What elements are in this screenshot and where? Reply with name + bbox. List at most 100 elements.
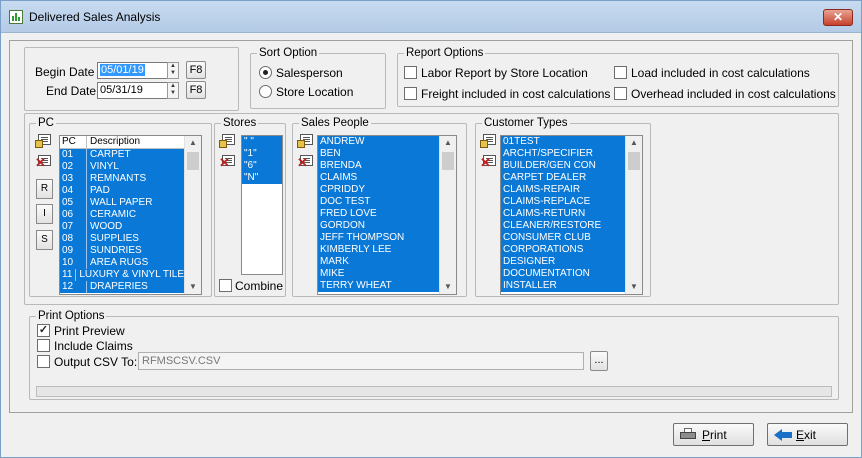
begin-date-f8-button[interactable]: F8 — [186, 61, 206, 79]
salesperson-item[interactable]: CLAIMS — [318, 172, 439, 184]
customer-type-item[interactable]: ARCHT/SPECIFIER — [501, 148, 625, 160]
end-date-spinner[interactable]: ▲ ▼ — [167, 82, 179, 99]
store-location-radio[interactable] — [259, 85, 272, 98]
stores-list[interactable]: " " "1" "6" "N" — [241, 135, 283, 275]
labor-report-checkbox[interactable] — [404, 66, 417, 79]
freight-checkbox[interactable] — [404, 87, 417, 100]
salesperson-item[interactable]: BRENDA — [318, 160, 439, 172]
scroll-up-icon[interactable]: ▲ — [440, 136, 456, 150]
pc-s-button[interactable]: S — [36, 230, 53, 250]
customer-type-item[interactable]: CARPET DEALER — [501, 172, 625, 184]
overhead-checkbox[interactable] — [614, 87, 627, 100]
labor-report-label[interactable]: Labor Report by Store Location — [421, 66, 588, 80]
customer-types-list[interactable]: 01TEST ARCHT/SPECIFIER BUILDER/GEN CON CARP… — [500, 135, 643, 295]
salesperson-radio[interactable] — [259, 66, 272, 79]
customer-type-item[interactable]: CLEANER/RESTORE — [501, 220, 625, 232]
pc-i-button[interactable]: I — [36, 204, 53, 224]
pc-column-header[interactable]: PC — [60, 136, 87, 148]
pc-row[interactable]: 09 SUNDRIES — [60, 245, 184, 257]
begin-date-spinner[interactable]: ▲ ▼ — [167, 62, 179, 79]
overhead-label[interactable]: Overhead included in cost calculations — [631, 87, 836, 101]
print-preview-checkbox[interactable]: ✓ — [37, 324, 50, 337]
stores-deselect-all-icon[interactable]: ✕ — [219, 155, 237, 169]
pc-row[interactable]: 08 SUPPLIES — [60, 233, 184, 245]
store-location-label[interactable]: Store Location — [276, 85, 353, 99]
customer-type-item[interactable]: CLAIMS-REPAIR — [501, 184, 625, 196]
output-csv-label[interactable]: Output CSV To: — [54, 355, 137, 369]
customer-type-item[interactable]: CONSUMER CLUB — [501, 232, 625, 244]
sales-deselect-all-icon[interactable]: ✕ — [297, 155, 315, 169]
scroll-down-icon[interactable]: ▼ — [440, 280, 456, 294]
include-claims-label[interactable]: Include Claims — [54, 339, 133, 353]
scroll-up-icon[interactable]: ▲ — [185, 136, 201, 150]
stores-select-all-icon[interactable] — [219, 134, 237, 148]
end-date-f8-button[interactable]: F8 — [186, 81, 206, 99]
salesperson-item[interactable]: ANDREW — [318, 136, 439, 148]
deselect-all-icon[interactable]: ✕ — [35, 155, 53, 169]
exit-button[interactable]: Exit — [767, 423, 848, 446]
customer-type-item[interactable]: CLAIMS-REPLACE — [501, 196, 625, 208]
load-label[interactable]: Load included in cost calculations — [631, 66, 810, 80]
freight-label[interactable]: Freight included in cost calculations — [421, 87, 610, 101]
salesperson-item[interactable]: FRED LOVE — [318, 208, 439, 220]
sales-select-all-icon[interactable] — [297, 134, 315, 148]
csv-filename-input[interactable]: RFMSCSV.CSV — [138, 352, 584, 370]
print-button[interactable]: Print — [673, 423, 754, 446]
scroll-thumb[interactable] — [628, 152, 640, 170]
customer-scrollbar[interactable]: ▲ ▼ — [625, 136, 642, 294]
close-button[interactable]: ✕ — [823, 9, 853, 26]
salesperson-item[interactable]: BEN — [318, 148, 439, 160]
pc-row[interactable]: 12 DRAPERIES — [60, 281, 184, 293]
pc-r-button[interactable]: R — [36, 179, 53, 199]
customer-type-item[interactable]: DOCUMENTATION — [501, 268, 625, 280]
scroll-up-icon[interactable]: ▲ — [626, 136, 642, 150]
store-item[interactable]: "6" — [242, 160, 282, 172]
pc-scrollbar[interactable]: ▲ ▼ — [184, 136, 201, 294]
pc-row[interactable]: 05 WALL PAPER — [60, 197, 184, 209]
pc-row[interactable]: 03 REMNANTS — [60, 173, 184, 185]
pc-row[interactable]: 11 LUXURY & VINYL TILE — [60, 269, 184, 281]
customer-type-item[interactable]: CORPORATIONS — [501, 244, 625, 256]
browse-button[interactable]: ... — [590, 351, 608, 371]
customer-type-item[interactable]: INSTALLER — [501, 280, 625, 292]
select-all-icon[interactable] — [35, 134, 53, 148]
scroll-thumb[interactable] — [187, 152, 199, 170]
pc-row[interactable]: 04 PAD — [60, 185, 184, 197]
customer-type-item[interactable]: 01TEST — [501, 136, 625, 148]
salesperson-item[interactable]: MARK — [318, 256, 439, 268]
store-item[interactable]: "1" — [242, 148, 282, 160]
combine-checkbox[interactable] — [219, 279, 232, 292]
customer-type-item[interactable]: DESIGNER — [501, 256, 625, 268]
load-checkbox[interactable] — [614, 66, 627, 79]
customer-deselect-all-icon[interactable]: ✕ — [480, 155, 498, 169]
description-column-header[interactable]: Description — [87, 136, 184, 148]
include-claims-checkbox[interactable] — [37, 339, 50, 352]
sales-people-list[interactable]: ANDREW BEN BRENDA CLAIMS CPRIDDY DOC TEST FRED… — [317, 135, 457, 295]
customer-type-item[interactable]: CLAIMS-RETURN — [501, 208, 625, 220]
salesperson-item[interactable]: GORDON — [318, 220, 439, 232]
print-preview-label[interactable]: Print Preview — [54, 324, 125, 338]
salesperson-item[interactable]: TERRY WHEAT — [318, 280, 439, 292]
salesperson-item[interactable]: JEFF THOMPSON — [318, 232, 439, 244]
begin-date-input[interactable]: 05/01/19 — [97, 62, 169, 79]
customer-select-all-icon[interactable] — [480, 134, 498, 148]
scroll-thumb[interactable] — [442, 152, 454, 170]
store-item[interactable]: " " — [242, 136, 282, 148]
salesperson-item[interactable]: MIKE — [318, 268, 439, 280]
scroll-down-icon[interactable]: ▼ — [185, 280, 201, 294]
pc-row[interactable]: 07 WOOD — [60, 221, 184, 233]
salesperson-item[interactable]: DOC TEST — [318, 196, 439, 208]
combine-label[interactable]: Combine — [235, 279, 283, 293]
output-csv-checkbox[interactable] — [37, 355, 50, 368]
salesperson-label[interactable]: Salesperson — [276, 66, 343, 80]
end-date-input[interactable]: 05/31/19 — [97, 82, 169, 99]
salesperson-item[interactable]: CPRIDDY — [318, 184, 439, 196]
pc-row[interactable]: 10 AREA RUGS — [60, 257, 184, 269]
salesperson-item[interactable]: KIMBERLY LEE — [318, 244, 439, 256]
scroll-down-icon[interactable]: ▼ — [626, 280, 642, 294]
sales-scrollbar[interactable]: ▲ ▼ — [439, 136, 456, 294]
pc-list[interactable]: PC Description 01 CARPET 02 VINYL 03 REMNANTS… — [59, 135, 202, 295]
pc-row[interactable]: 06 CERAMIC — [60, 209, 184, 221]
customer-type-item[interactable]: BUILDER/GEN CON — [501, 160, 625, 172]
pc-row[interactable]: 02 VINYL — [60, 161, 184, 173]
